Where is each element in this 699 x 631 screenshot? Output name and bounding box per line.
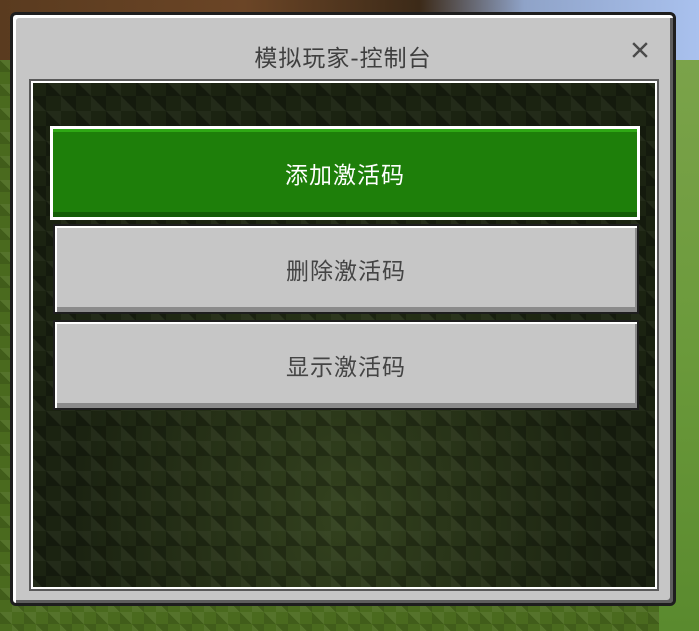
show-activation-code-label: 显示激活码 [286, 355, 406, 381]
close-icon [632, 42, 648, 58]
close-button[interactable] [627, 37, 653, 63]
remove-activation-code-button[interactable]: 删除激活码 [53, 224, 639, 314]
remove-activation-code-label: 删除激活码 [286, 259, 406, 285]
add-activation-code-button[interactable]: 添加激活码 [50, 126, 640, 220]
add-activation-code-label: 添加激活码 [285, 163, 405, 189]
dialog-title: 模拟玩家-控制台 [254, 46, 432, 72]
show-activation-code-button[interactable]: 显示激活码 [53, 320, 639, 410]
console-dialog: 模拟玩家-控制台 添加激活码 删除激活码 显示激活码 [10, 12, 676, 606]
dialog-content: 添加激活码 删除激活码 显示激活码 [29, 79, 659, 591]
